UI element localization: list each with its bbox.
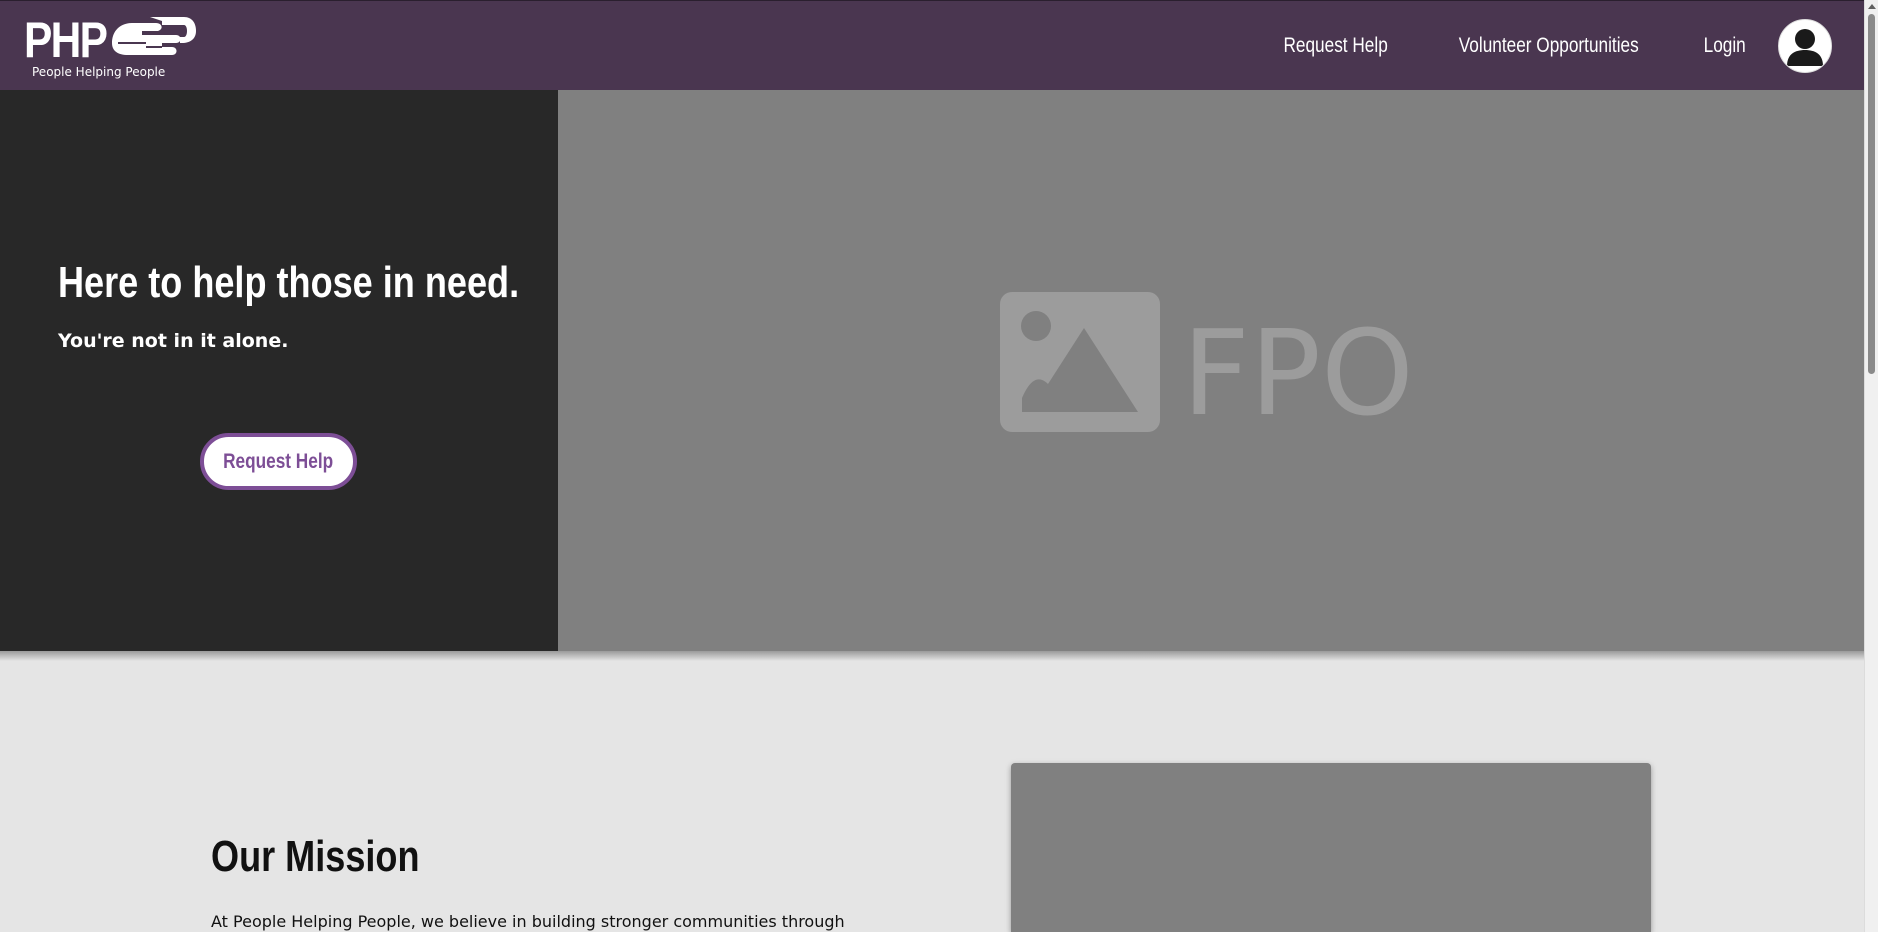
logo-text: PHP [24, 12, 108, 68]
main-nav: Request Help Volunteer Opportunities Log… [1272, 1, 1864, 91]
hero-title: Here to help those in need. [58, 258, 520, 307]
hero-shadow [0, 651, 1864, 661]
user-silhouette [1787, 29, 1823, 66]
nav-volunteer-opportunities[interactable]: Volunteer Opportunities [1459, 34, 1639, 58]
logo-tagline: People Helping People [32, 65, 166, 79]
scroll-up-arrow-icon[interactable] [1868, 4, 1876, 9]
request-help-button-label: Request Help [223, 449, 334, 473]
request-help-button[interactable]: Request Help [200, 433, 357, 490]
nav-request-help[interactable]: Request Help [1283, 34, 1387, 58]
user-avatar-icon[interactable] [1778, 19, 1832, 73]
image-placeholder-icon: FPO [1000, 292, 1414, 440]
hero-subtitle: You're not in it alone. [58, 330, 289, 352]
scroll-thumb[interactable] [1868, 14, 1875, 374]
fpo-text: FPO [1182, 304, 1414, 440]
handshake-icon [112, 17, 196, 55]
mission-title: Our Mission [211, 832, 420, 881]
page-scrollbar[interactable] [1864, 0, 1878, 932]
nav-login[interactable]: Login [1703, 34, 1745, 58]
mission-image-placeholder [1011, 763, 1651, 932]
site-logo[interactable]: PHP People Helping People [24, 11, 196, 81]
site-header: PHP People Helping People Request Help V… [0, 0, 1864, 90]
mission-text: At People Helping People, we believe in … [211, 912, 845, 931]
hero-image-placeholder: FPO [558, 90, 1864, 651]
hero-text-panel: Here to help those in need. You're not i… [0, 90, 558, 651]
